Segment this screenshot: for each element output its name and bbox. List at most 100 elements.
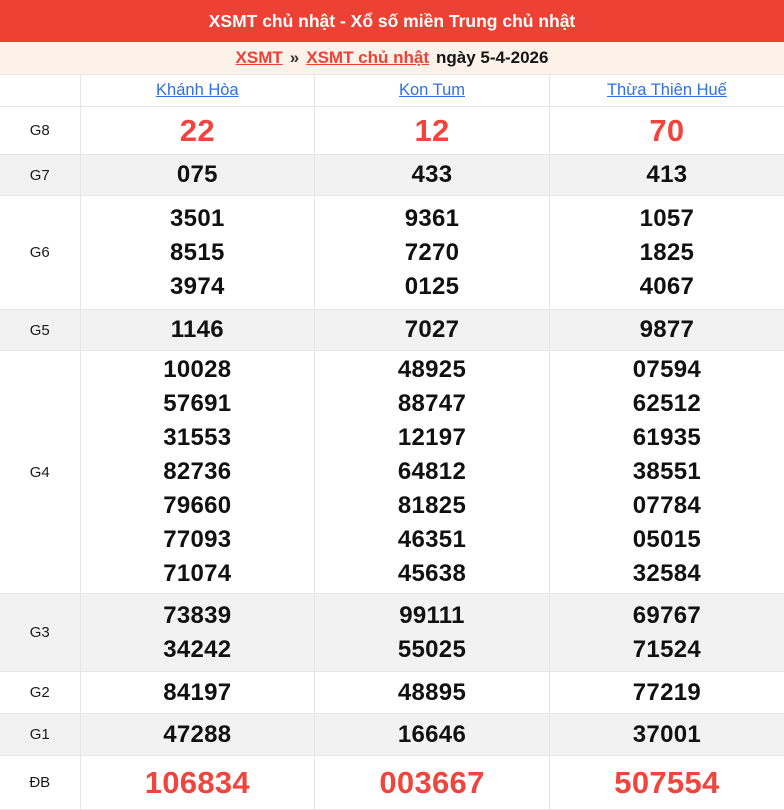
prize-number: 9361	[315, 202, 549, 236]
prize-number: 4067	[550, 270, 784, 304]
page-title: XSMT chủ nhật - Xổ số miền Trung chủ nhậ…	[209, 11, 576, 32]
prize-number: 07784	[550, 489, 784, 523]
prize-row-label: G2	[0, 672, 80, 714]
prize-cell: 77219	[549, 672, 784, 714]
prize-number: 07594	[550, 353, 784, 387]
breadcrumb-separator-icon: »	[290, 48, 299, 68]
prize-number: 82736	[81, 455, 315, 489]
prize-cell: 10028576913155382736796607709371074	[80, 351, 315, 594]
prize-row-label: G6	[0, 196, 80, 310]
prize-cell: 106834	[80, 756, 315, 810]
prize-cell: 7383934242	[80, 594, 315, 672]
prize-cell: 507554	[549, 756, 784, 810]
results-table-body: G8221270G7075433413G63501851539749361727…	[0, 107, 784, 810]
prize-number: 433	[315, 158, 549, 192]
prize-row-G3: G3738393424299111550256976771524	[0, 594, 784, 672]
prize-number: 47288	[81, 718, 315, 752]
prize-number: 7270	[315, 236, 549, 270]
prize-row-G4: G410028576913155382736796607709371074489…	[0, 351, 784, 594]
prize-number: 12	[315, 114, 549, 148]
prize-cell: 48895	[315, 672, 550, 714]
prize-number: 10028	[81, 353, 315, 387]
prize-number: 46351	[315, 523, 549, 557]
prize-cell: 9877	[549, 310, 784, 351]
results-table: Khánh Hòa Kon Tum Thừa Thiên Huế G822127…	[0, 74, 784, 810]
prize-cell: 16646	[315, 714, 550, 756]
prize-row-G8: G8221270	[0, 107, 784, 155]
prize-number: 45638	[315, 557, 549, 591]
prize-number: 37001	[550, 718, 784, 752]
prize-row-G2: G2841974889577219	[0, 672, 784, 714]
prize-number: 003667	[315, 766, 549, 800]
prize-row-G6: G6350185153974936172700125105718254067	[0, 196, 784, 310]
prize-row-label: G4	[0, 351, 80, 594]
prize-number: 71524	[550, 633, 784, 667]
province-header-thua-thien-hue: Thừa Thiên Huế	[549, 75, 784, 107]
prize-cell: 22	[80, 107, 315, 155]
prize-number: 77219	[550, 676, 784, 710]
prize-cell: 7027	[315, 310, 550, 351]
prize-number: 1825	[550, 236, 784, 270]
prize-cell: 9911155025	[315, 594, 550, 672]
prize-row-label: G1	[0, 714, 80, 756]
prize-number: 075	[81, 158, 315, 192]
province-link-thua-thien-hue[interactable]: Thừa Thiên Huế	[607, 81, 727, 99]
prize-number: 64812	[315, 455, 549, 489]
prize-number: 3501	[81, 202, 315, 236]
prize-number: 55025	[315, 633, 549, 667]
breadcrumb-link-xsmt[interactable]: XSMT	[236, 48, 283, 68]
prize-number: 77093	[81, 523, 315, 557]
prize-number: 413	[550, 158, 784, 192]
prize-number: 38551	[550, 455, 784, 489]
breadcrumb-date: ngày 5-4-2026	[436, 48, 548, 68]
prize-row-G5: G5114670279877	[0, 310, 784, 351]
prize-number: 71074	[81, 557, 315, 591]
prize-row-label: G7	[0, 155, 80, 196]
prize-number: 57691	[81, 387, 315, 421]
prize-number: 84197	[81, 676, 315, 710]
prize-row-label: G5	[0, 310, 80, 351]
prize-number: 34242	[81, 633, 315, 667]
prize-cell: 47288	[80, 714, 315, 756]
prize-number: 88747	[315, 387, 549, 421]
prize-number: 73839	[81, 599, 315, 633]
prize-cell: 936172700125	[315, 196, 550, 310]
province-header-kon-tum: Kon Tum	[315, 75, 550, 107]
prize-cell: 37001	[549, 714, 784, 756]
breadcrumb-link-xsmt-chu-nhat[interactable]: XSMT chủ nhật	[306, 48, 429, 68]
prize-number: 81825	[315, 489, 549, 523]
prize-row-label: ĐB	[0, 756, 80, 810]
prize-number: 48895	[315, 676, 549, 710]
prize-cell: 48925887471219764812818254635145638	[315, 351, 550, 594]
prize-cell: 6976771524	[549, 594, 784, 672]
prize-number: 31553	[81, 421, 315, 455]
prize-cell: 1146	[80, 310, 315, 351]
prize-number: 99111	[315, 599, 549, 633]
province-header-khanh-hoa: Khánh Hòa	[80, 75, 315, 107]
prize-number: 69767	[550, 599, 784, 633]
prize-number: 1057	[550, 202, 784, 236]
prize-cell: 07594625126193538551077840501532584	[549, 351, 784, 594]
province-header-row: Khánh Hòa Kon Tum Thừa Thiên Huế	[0, 75, 784, 107]
prize-number: 3974	[81, 270, 315, 304]
prize-cell: 433	[315, 155, 550, 196]
prize-number: 79660	[81, 489, 315, 523]
prize-cell: 84197	[80, 672, 315, 714]
prize-row-G7: G7075433413	[0, 155, 784, 196]
prize-row-G1: G1472881664637001	[0, 714, 784, 756]
prize-cell: 70	[549, 107, 784, 155]
prize-number: 70	[550, 114, 784, 148]
prize-number: 22	[81, 114, 315, 148]
prize-row-label: G8	[0, 107, 80, 155]
prize-number: 8515	[81, 236, 315, 270]
prize-cell: 12	[315, 107, 550, 155]
prize-number: 1146	[81, 313, 315, 347]
province-link-khanh-hoa[interactable]: Khánh Hòa	[156, 81, 239, 99]
province-link-kon-tum[interactable]: Kon Tum	[399, 81, 465, 99]
breadcrumb: XSMT » XSMT chủ nhật ngày 5-4-2026	[0, 42, 784, 74]
prize-cell: 003667	[315, 756, 550, 810]
prize-cell: 105718254067	[549, 196, 784, 310]
prize-cell: 350185153974	[80, 196, 315, 310]
prize-number: 106834	[81, 766, 315, 800]
prize-cell: 075	[80, 155, 315, 196]
